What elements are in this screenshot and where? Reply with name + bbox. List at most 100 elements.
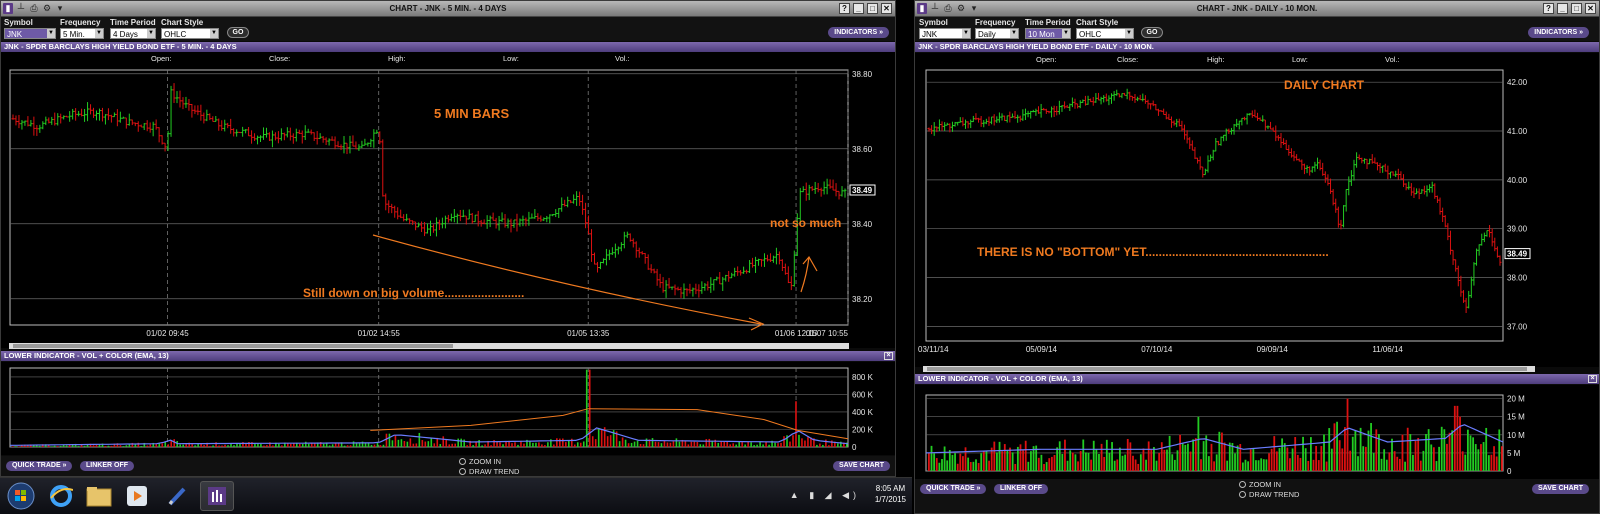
scrollbar-thumb[interactable] [13, 344, 453, 348]
volume-bar [83, 445, 86, 447]
volume-bar [1234, 453, 1236, 471]
volume-bar [382, 444, 385, 447]
symbol-input[interactable]: JNK ▼ [4, 28, 56, 39]
pen-tool-icon[interactable] [160, 481, 194, 511]
price-panel[interactable]: Open: Close: High: Low: Vol.: 37.00 38.00… [915, 53, 1599, 367]
volume-chart[interactable]: 0 5 M 10 M 15 M 20 M [915, 385, 1599, 479]
volume-bar [1307, 460, 1310, 471]
price-panel[interactable]: Open: Close: High: Low: Vol.: 38.20 38.40… [1, 52, 895, 348]
minimize-button[interactable]: _ [853, 3, 864, 14]
system-tray-icons[interactable]: ▲ ▮ ◢ ◀) [790, 490, 860, 501]
volume-panel[interactable]: 0 5 M 10 M 15 M 20 M [915, 385, 1599, 479]
save-chart-button[interactable]: SAVE CHART [1532, 484, 1589, 494]
close-button[interactable]: ✕ [881, 3, 892, 14]
volume-bar [941, 459, 943, 471]
radio-icon[interactable] [1239, 481, 1246, 488]
symbol-field: Symbol JNK ▼ [919, 18, 971, 39]
volume-bar [1372, 453, 1375, 471]
chevron-down-icon[interactable]: ▼ [962, 29, 970, 38]
radio-icon[interactable] [459, 468, 466, 475]
go-button[interactable]: GO [227, 27, 249, 38]
volume-bar [1255, 460, 1257, 471]
volume-bar [1003, 444, 1006, 471]
chart-style-select[interactable]: OHLC ▼ [1076, 28, 1134, 39]
maximize-button[interactable]: □ [1571, 3, 1582, 14]
frequency-select[interactable]: Daily ▼ [975, 28, 1019, 39]
volume-bar [762, 444, 764, 447]
help-icon[interactable]: ? [839, 3, 850, 14]
volume-bar [729, 444, 732, 447]
indicators-button[interactable]: INDICATORS » [1528, 27, 1589, 38]
internet-explorer-icon[interactable] [44, 481, 78, 511]
chart-style-select[interactable]: OHLC ▼ [161, 28, 219, 39]
draw-trend-label: DRAW TREND [469, 467, 520, 476]
volume-bar [1275, 451, 1278, 471]
volume-bar [1095, 448, 1098, 471]
volume-bar [699, 444, 702, 447]
volume-bar [292, 443, 295, 447]
time-period-select[interactable]: 4 Days ▼ [110, 28, 156, 39]
chart-header: JNK - SPDR BARCLAYS HIGH YIELD BOND ETF … [1, 42, 895, 52]
trading-app-taskbar-icon[interactable] [200, 481, 234, 511]
file-explorer-icon[interactable] [82, 481, 116, 511]
zoom-in-radio[interactable]: ZOOM IN [459, 457, 501, 466]
quick-trade-button[interactable]: QUICK TRADE » [6, 461, 73, 471]
maximize-button[interactable]: □ [867, 3, 878, 14]
linker-off-button[interactable]: LINKER OFF [80, 461, 134, 471]
time-period-select[interactable]: 10 Mon ▼ [1025, 28, 1071, 39]
frequency-select[interactable]: 5 Min. ▼ [60, 28, 104, 39]
indicators-button[interactable]: INDICATORS » [828, 27, 889, 38]
start-button[interactable] [4, 481, 38, 511]
save-chart-button[interactable]: SAVE CHART [833, 461, 890, 471]
minimize-button[interactable]: _ [1557, 3, 1568, 14]
radio-icon[interactable] [459, 458, 466, 465]
volume-bar [1134, 459, 1137, 471]
chevron-down-icon[interactable]: ▼ [1062, 29, 1070, 38]
quick-trade-button[interactable]: QUICK TRADE » [920, 484, 987, 494]
linker-off-button[interactable]: LINKER OFF [994, 484, 1048, 494]
draw-trend-radio[interactable]: DRAW TREND [459, 467, 519, 476]
go-button[interactable]: GO [1141, 27, 1163, 38]
volume-bar [161, 443, 164, 447]
volume-bar [529, 441, 531, 447]
windows-logo-icon[interactable] [7, 482, 35, 510]
chevron-down-icon[interactable]: ▼ [147, 29, 155, 38]
volume-bar [1367, 430, 1370, 471]
chevron-down-icon[interactable]: ▼ [1010, 29, 1018, 38]
price-chart[interactable]: 37.00 38.00 39.00 40.00 41.00 42.00 03/11/14 05… [915, 53, 1599, 367]
symbol-input[interactable]: JNK ▼ [919, 28, 971, 39]
chart-scrollbar[interactable] [9, 343, 849, 349]
volume-bar [394, 435, 397, 447]
media-player-icon[interactable] [120, 481, 154, 511]
volume-bar [651, 438, 654, 447]
close-button[interactable]: ✕ [1585, 3, 1596, 14]
chevron-down-icon[interactable]: ▼ [1125, 29, 1133, 38]
volume-bar [663, 441, 666, 447]
y-tick-label: 200 K [852, 425, 874, 434]
frequency-value: 5 Min. [63, 30, 85, 39]
help-icon[interactable]: ? [1543, 3, 1554, 14]
volume-bar [687, 444, 690, 447]
close-icon[interactable]: × [884, 352, 893, 360]
volume-bar [576, 442, 579, 447]
y-tick-label: 37.00 [1507, 322, 1528, 331]
volume-bar [1163, 449, 1166, 471]
volume-panel[interactable]: 0 200 K 400 K 600 K 800 K [1, 362, 895, 455]
volume-chart[interactable]: 0 200 K 400 K 600 K 800 K [1, 362, 895, 455]
volume-bar [352, 441, 355, 447]
volume-bar [1061, 453, 1064, 471]
draw-trend-radio[interactable]: DRAW TREND [1239, 490, 1299, 499]
zoom-in-radio[interactable]: ZOOM IN [1239, 480, 1281, 489]
price-chart[interactable]: 38.20 38.40 38.60 38.80 01/02 09:45 01/02 14:… [1, 52, 895, 348]
radio-icon[interactable] [1239, 491, 1246, 498]
scrollbar-thumb[interactable] [927, 367, 1527, 371]
chevron-down-icon[interactable]: ▼ [210, 29, 218, 38]
volume-bar [606, 436, 609, 447]
clock[interactable]: 8:05 AM 1/7/2015 [875, 483, 906, 505]
volume-bar [1456, 405, 1459, 471]
chevron-down-icon[interactable]: ▼ [95, 29, 103, 38]
chevron-down-icon[interactable]: ▼ [47, 29, 55, 38]
close-icon[interactable]: × [1588, 375, 1597, 383]
chart-scrollbar[interactable] [923, 366, 1535, 372]
volume-bar [964, 447, 967, 471]
